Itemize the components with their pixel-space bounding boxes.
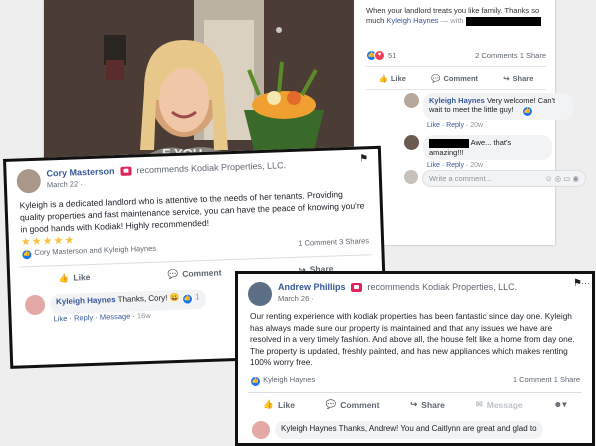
speech-bubble-icon: 💬 <box>431 73 441 83</box>
thumbs-up-icon: 👍 <box>263 399 274 409</box>
share-button[interactable]: ↪ Share <box>503 74 533 83</box>
shares-count-link[interactable]: 3 Shares <box>339 236 369 246</box>
comment-like-link[interactable]: Like <box>427 122 440 129</box>
share-button[interactable]: ↪ Share <box>410 399 445 410</box>
comment-input[interactable]: Write a comment... ☺ ◎ ▭ ◉ <box>422 170 586 187</box>
reaction-summary[interactable]: 👍 ♥ 51 <box>366 50 396 61</box>
redacted-name <box>429 138 469 148</box>
reply-like-link[interactable]: Like <box>53 314 67 323</box>
write-comment-row: Write a comment... ☺ ◎ ▭ ◉ <box>404 170 586 187</box>
replier-name[interactable]: Kyleigh Haynes <box>56 295 116 306</box>
like-reaction-icon: 👍 <box>521 106 533 117</box>
like-reaction-icon: 👍 <box>21 249 33 261</box>
comment-bubble: Awe... that's amazing!!! <box>423 135 552 160</box>
comments-count-link[interactable]: 1 Comment <box>513 375 552 384</box>
avatar[interactable] <box>404 93 419 108</box>
review-action-bar: 👍 Like 💬 Comment ↪ Share ✉ Message ☻▾ <box>248 391 582 417</box>
love-reaction-icon: ♥ <box>374 50 385 61</box>
thumbs-up-icon: 👍 <box>58 272 70 283</box>
comment-actions: Like · Reply · 20w <box>427 122 484 129</box>
recommendation-badge-icon <box>351 283 363 293</box>
comment-button[interactable]: 💬 Comment <box>167 267 221 280</box>
avatar <box>404 170 418 184</box>
likers-list[interactable]: Kyleigh Haynes <box>263 375 315 384</box>
avatar[interactable] <box>252 420 270 439</box>
reply-reply-link[interactable]: Reply <box>74 313 93 323</box>
like-button[interactable]: 👍 Like <box>379 74 406 83</box>
more-options-icon[interactable]: ⋯ <box>581 278 590 289</box>
like-button[interactable]: 👍 Like <box>59 272 91 284</box>
avatar[interactable] <box>248 282 272 306</box>
speech-bubble-icon: 💬 <box>167 268 179 279</box>
shares-count-link[interactable]: 1 Share <box>520 51 546 60</box>
comment-like-link[interactable]: Like <box>427 162 440 169</box>
comment-reply-link[interactable]: Reply <box>446 122 464 129</box>
grin-emoji-icon: 😀 <box>169 292 180 303</box>
redacted-name <box>465 16 541 26</box>
review-text: Our renting experience with kodiak prope… <box>250 311 575 367</box>
like-reaction-icon: 👍 <box>250 375 261 387</box>
review-card-andrew: ⚑ ⋯ Andrew Phillips recommends Kodiak Pr… <box>235 271 595 446</box>
share-arrow-icon: ↪ <box>503 73 510 83</box>
thumbs-up-icon: 👍 <box>378 73 388 83</box>
like-button[interactable]: 👍 Like <box>263 399 295 410</box>
shares-count-link[interactable]: 1 Share <box>554 375 580 384</box>
comments-count-link[interactable]: 2 Comments <box>475 51 518 60</box>
reply-message-link[interactable]: Message <box>100 312 131 322</box>
review-header: Andrew Phillips recommends Kodiak Proper… <box>238 274 592 306</box>
comments-count-link[interactable]: 1 Comment <box>298 237 337 247</box>
post-action-bar: 👍 Like 💬 Comment ↪ Share <box>366 66 546 90</box>
review-date: March 26 · <box>278 294 314 304</box>
comment-actions: Like · Reply · 20w <box>427 161 484 169</box>
speech-bubble-icon: 💬 <box>325 399 337 409</box>
reviewer-name[interactable]: Cory Masterson <box>46 166 114 178</box>
emoji-icon[interactable]: ☺ ◎ ▭ ◉ <box>545 174 579 183</box>
avatar[interactable] <box>404 135 419 150</box>
messenger-icon: ✉ <box>475 399 483 409</box>
comment-button[interactable]: 💬 Comment <box>431 74 478 83</box>
review-meta: 👍 Kyleigh Haynes 1 Comment 1 Share <box>238 375 592 387</box>
commenter-name[interactable]: Kyleigh Haynes <box>429 96 485 105</box>
comment-item: Kyleigh Haynes Very welcome! Can't wait … <box>404 93 573 129</box>
comment-reply-link[interactable]: Reply <box>446 162 464 169</box>
comment-item: Awe... that's amazing!!! Like · Reply · … <box>404 135 552 169</box>
like-reaction-icon: 👍 <box>181 293 194 305</box>
post-caption: When your landlord treats you like famil… <box>366 6 541 26</box>
share-arrow-icon: ↪ <box>410 399 418 409</box>
avatar[interactable] <box>24 294 46 316</box>
reply-bubble: Kyleigh Haynes Thanks, Andrew! You and C… <box>275 420 543 439</box>
reviewer-name[interactable]: Andrew Phillips <box>278 282 346 292</box>
audience-selector-icon[interactable]: ☻▾ <box>553 399 566 410</box>
post-stats: 👍 ♥ 51 2 Comments 1 Share <box>366 50 546 61</box>
recommendation-badge-icon <box>119 166 132 177</box>
tagged-user-link[interactable]: Kyleigh Haynes <box>386 16 438 25</box>
message-button[interactable]: ✉ Message <box>476 399 523 410</box>
avatar[interactable] <box>16 168 42 194</box>
review-reply: Kyleigh Haynes Thanks, Andrew! You and C… <box>238 417 592 439</box>
comment-button[interactable]: 💬 Comment <box>326 399 380 410</box>
post-details: When your landlord treats you like famil… <box>362 0 586 245</box>
comment-bubble: Kyleigh Haynes Very welcome! Can't wait … <box>423 93 573 120</box>
flag-icon[interactable]: ⚑ <box>359 153 368 164</box>
